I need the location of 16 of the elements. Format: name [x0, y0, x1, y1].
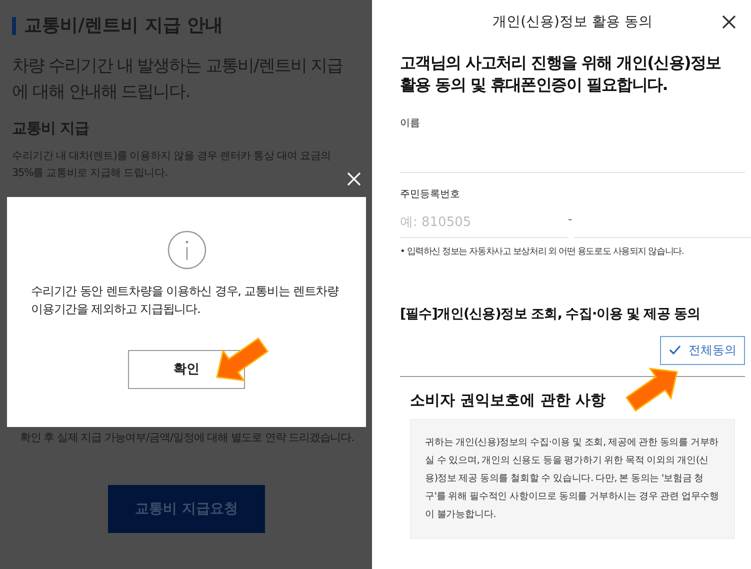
- id-separator: -: [568, 211, 572, 228]
- screen-title: 개인(신용)정보 활용 동의: [492, 12, 652, 32]
- close-icon[interactable]: [721, 14, 737, 30]
- consent-section-title: [필수]개인(신용)정보 조회, 수집·이용 및 제공 동의: [400, 304, 702, 324]
- field-label: 주민등록번호: [400, 188, 461, 202]
- check-icon: [668, 345, 680, 356]
- consent-heading: 고객님의 사고처리 진행을 위해 개인(신용)정보 활용 동의 및 휴대폰인증이 필요합니다.: [400, 52, 722, 96]
- rights-text: 귀하는 개인(신용)정보의 수집·이용 및 조회, 제공에 관한 동의를 거부하실 수 있으며, 개인의 신용도 등을 평가하기 위한 목적 이외의 개인(신용)정보 제공 동의를 철회할 수 있습니다. 다만, 본 동의는 '보험금 청구'를 위해 필수적인 사항이므로 동의를 거부하시는 경우 관련 업무수행이 불가능합니다.: [425, 436, 720, 522]
- id-front-input-field[interactable]: 예: 810505: [400, 208, 568, 238]
- info-icon: [166, 230, 206, 270]
- field-label: 이름: [400, 117, 421, 131]
- agree-all-button[interactable]: 전체동의: [660, 336, 745, 365]
- heading-accent-bar: [12, 16, 16, 34]
- dialog-message: 수리기간 동안 렌트차량을 이용하신 경우, 교통비는 렌트차량 이용기간을 제외하고 지급됩니다.: [31, 283, 340, 318]
- privacy-note: • 입력하신 정보는 자동차사고 보상처리 외 어떤 용도로도 사용되지 않습니다.: [400, 246, 685, 259]
- rights-title: 소비자 권익보호에 관한 사항: [410, 390, 607, 411]
